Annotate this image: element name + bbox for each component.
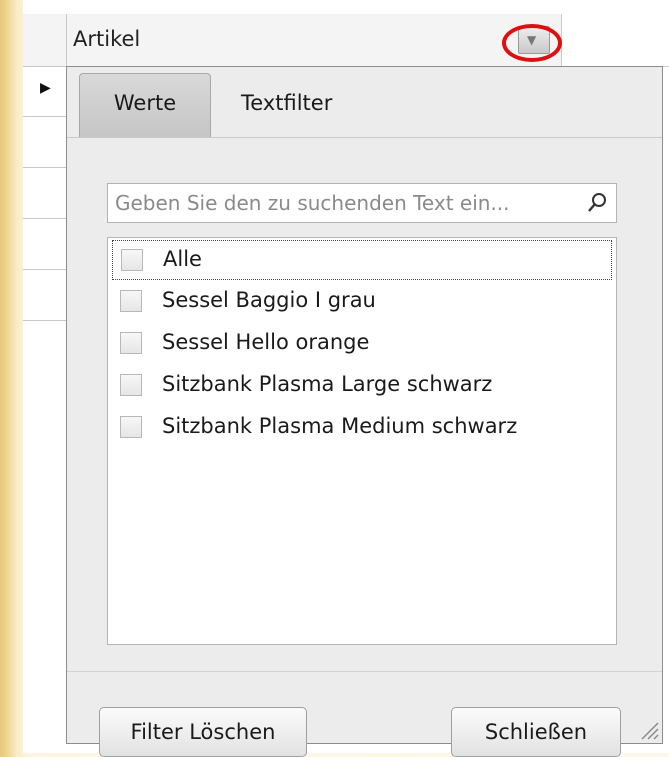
grid-header-row: Artikel ▼: [23, 14, 669, 67]
row-indicator[interactable]: [23, 270, 67, 321]
highlight-circle: [502, 24, 562, 62]
column-header-label[interactable]: Artikel: [73, 27, 140, 51]
footer-divider: [67, 671, 662, 672]
list-item[interactable]: Sessel Hello orange: [112, 324, 612, 364]
checkbox[interactable]: [120, 374, 142, 396]
list-item[interactable]: Sessel Baggio I grau: [112, 282, 612, 322]
search-placeholder: Geben Sie den zu suchenden Text ein...: [115, 191, 510, 215]
list-item[interactable]: Sitzbank Plasma Medium schwarz: [112, 408, 612, 448]
checkbox[interactable]: [121, 249, 143, 271]
row-indicator[interactable]: [23, 117, 67, 168]
list-item-label: Sitzbank Plasma Large schwarz: [162, 372, 493, 396]
list-item-label: Sessel Baggio I grau: [162, 288, 376, 312]
row-indicator[interactable]: ▶: [23, 66, 67, 117]
tab-divider: [67, 137, 662, 138]
search-icon[interactable]: [586, 192, 608, 214]
checkbox[interactable]: [120, 416, 142, 438]
tab-textfilter[interactable]: Textfilter: [241, 73, 332, 138]
clear-filter-button[interactable]: Filter Löschen: [99, 707, 307, 757]
list-item[interactable]: Sitzbank Plasma Large schwarz: [112, 366, 612, 406]
checkbox[interactable]: [120, 332, 142, 354]
list-item-label: Alle: [163, 247, 202, 271]
list-item-label: Sessel Hello orange: [162, 330, 370, 354]
values-list[interactable]: Alle Sessel Baggio I grau Sessel Hello o…: [107, 237, 617, 645]
row-indicator[interactable]: [23, 219, 67, 270]
list-item-label: Sitzbank Plasma Medium schwarz: [162, 414, 518, 438]
next-column-header[interactable]: [561, 14, 669, 66]
resize-grip-icon[interactable]: [638, 719, 660, 741]
tab-werte[interactable]: Werte: [79, 73, 211, 138]
search-input[interactable]: Geben Sie den zu suchenden Text ein...: [107, 183, 617, 223]
row-indicator-header: [23, 14, 67, 66]
list-item[interactable]: Alle: [112, 240, 612, 280]
row-indicator[interactable]: [23, 168, 67, 219]
close-button[interactable]: Schließen: [451, 707, 621, 757]
checkbox[interactable]: [120, 290, 142, 312]
current-row-arrow-icon: ▶: [40, 80, 51, 96]
filter-popup: Werte Textfilter Geben Sie den zu suchen…: [66, 66, 663, 757]
